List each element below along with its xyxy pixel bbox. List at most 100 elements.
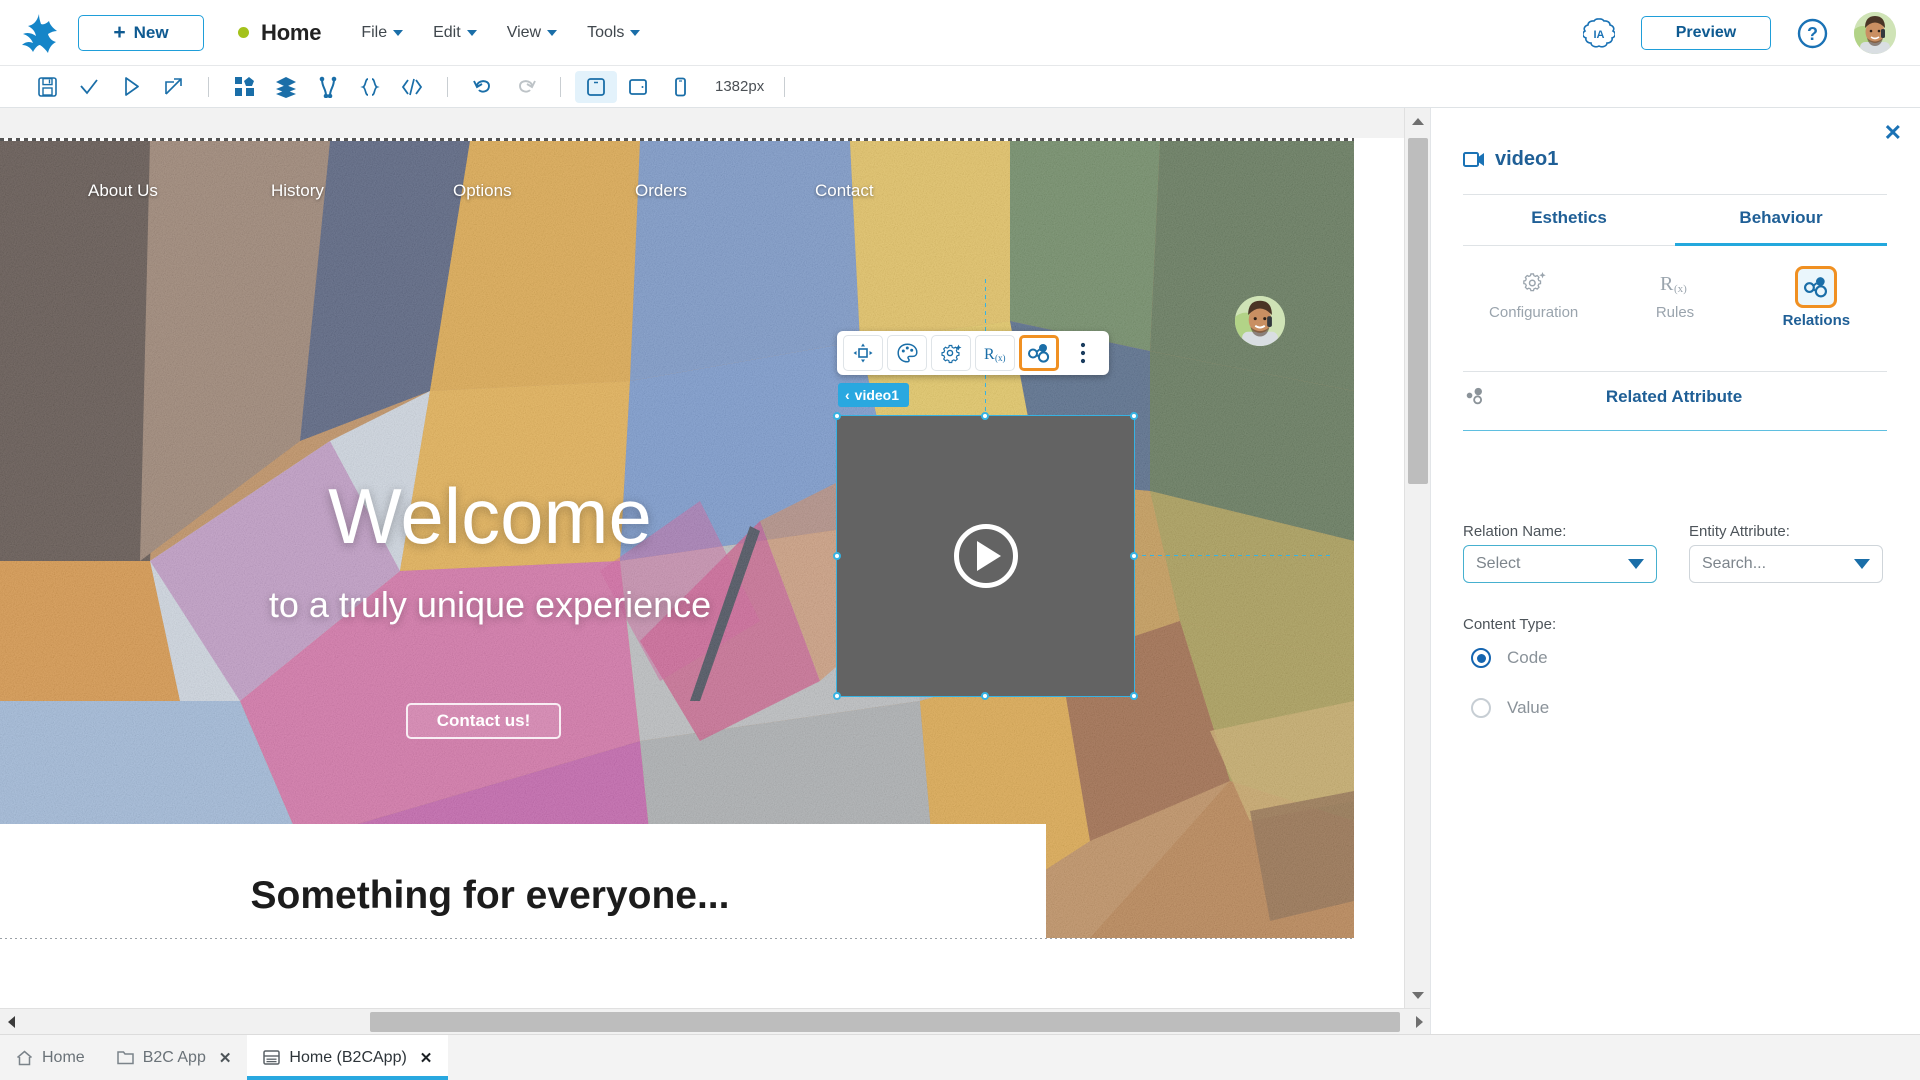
- redo-icon[interactable]: [504, 71, 546, 103]
- help-button[interactable]: ?: [1797, 18, 1828, 49]
- subtab-relations[interactable]: Relations: [1746, 258, 1887, 339]
- avatar[interactable]: [1854, 12, 1896, 54]
- site-nav-orders[interactable]: Orders: [635, 181, 687, 201]
- canvas-horizontal-scrollbar[interactable]: [0, 1008, 1430, 1034]
- tab-behaviour[interactable]: Behaviour: [1675, 208, 1887, 246]
- tablet-view-icon[interactable]: [617, 71, 659, 103]
- resize-handle-bottom-center[interactable]: [981, 692, 989, 700]
- menu-edit[interactable]: Edit: [433, 24, 477, 42]
- vertical-scroll-thumb[interactable]: [1408, 138, 1428, 484]
- header-actions: IA Preview ?: [1583, 0, 1896, 66]
- top-header-bar: + New Home File Edit View Tools: [0, 0, 1920, 66]
- element-name-badge-label: video1: [855, 387, 899, 403]
- relation-name-label: Relation Name:: [1463, 523, 1566, 540]
- design-canvas[interactable]: About Us History Options Orders Contact: [0, 108, 1404, 1008]
- braces-icon[interactable]: [349, 71, 391, 103]
- layers-icon[interactable]: [265, 71, 307, 103]
- menu-view[interactable]: View: [507, 24, 557, 42]
- selected-element-name: video1: [1495, 148, 1558, 171]
- properties-panel-header: video1: [1463, 148, 1558, 171]
- flow-icon[interactable]: [307, 71, 349, 103]
- scroll-up-arrow[interactable]: [1405, 108, 1431, 134]
- page-title: Home: [261, 20, 321, 46]
- scroll-down-arrow[interactable]: [1405, 982, 1431, 1008]
- content-type-option-value[interactable]: Value: [1471, 698, 1549, 718]
- subtab-rules[interactable]: R (x) Rules: [1604, 258, 1745, 339]
- contact-us-button[interactable]: Contact us!: [406, 703, 561, 739]
- resize-handle-middle-right[interactable]: [1130, 552, 1138, 560]
- panel-divider: [1463, 371, 1887, 372]
- content-type-option-code[interactable]: Code: [1471, 648, 1548, 668]
- hero-title: Welcome: [0, 471, 980, 562]
- save-icon[interactable]: [26, 71, 68, 103]
- deploy-icon[interactable]: [152, 71, 194, 103]
- svg-text:(x): (x): [1674, 283, 1687, 295]
- run-icon[interactable]: [110, 71, 152, 103]
- resize-handle-bottom-right[interactable]: [1130, 692, 1138, 700]
- menu-file-label: File: [361, 24, 387, 42]
- rules-rx-icon[interactable]: R (x): [975, 335, 1015, 371]
- close-icon[interactable]: ✕: [420, 1049, 433, 1067]
- svg-text:(x): (x): [995, 353, 1006, 363]
- resize-handle-middle-left[interactable]: [833, 552, 841, 560]
- plus-icon: +: [113, 22, 125, 43]
- close-icon[interactable]: ✕: [1884, 122, 1902, 144]
- toolbar-divider: [447, 77, 448, 97]
- preview-button[interactable]: Preview: [1641, 16, 1771, 50]
- entity-attribute-select[interactable]: Search...: [1689, 545, 1883, 583]
- site-user-avatar[interactable]: [1235, 296, 1285, 346]
- move-icon[interactable]: [843, 335, 883, 371]
- ia-assistant-button[interactable]: IA: [1583, 17, 1615, 49]
- configuration-gear-icon[interactable]: [931, 335, 971, 371]
- site-nav-contact[interactable]: Contact: [815, 181, 874, 201]
- folder-icon: [117, 1050, 134, 1065]
- canvas-vertical-scrollbar[interactable]: [1404, 108, 1430, 1008]
- hero-section[interactable]: About Us History Options Orders Contact: [0, 141, 1354, 938]
- properties-panel: ✕ video1 Esthetics Behaviour: [1430, 108, 1920, 1034]
- components-icon[interactable]: [223, 71, 265, 103]
- subtab-configuration[interactable]: Configuration: [1463, 258, 1604, 339]
- tab-behaviour-label: Behaviour: [1739, 208, 1822, 227]
- scroll-right-arrow[interactable]: [1408, 1009, 1430, 1035]
- undo-icon[interactable]: [462, 71, 504, 103]
- more-vertical-icon[interactable]: [1063, 335, 1103, 371]
- resize-handle-top-center[interactable]: [981, 412, 989, 420]
- menu-tools[interactable]: Tools: [587, 24, 640, 42]
- video-element[interactable]: [837, 416, 1134, 696]
- site-nav-about-us[interactable]: About Us: [88, 181, 158, 201]
- radio-button-value[interactable]: [1471, 698, 1491, 718]
- tab-esthetics[interactable]: Esthetics: [1463, 208, 1675, 246]
- site-nav-history[interactable]: History: [271, 181, 324, 201]
- bottom-tab-b2c-app[interactable]: B2C App ✕: [101, 1035, 248, 1080]
- site-nav-options[interactable]: Options: [453, 181, 512, 201]
- element-name-badge[interactable]: ‹ video1: [838, 383, 909, 407]
- code-icon[interactable]: [391, 71, 433, 103]
- section-divider: [1463, 430, 1887, 431]
- radio-button-code[interactable]: [1471, 648, 1491, 668]
- mobile-view-icon[interactable]: [659, 71, 701, 103]
- bottom-tab-home-b2capp[interactable]: Home (B2CApp) ✕: [247, 1035, 448, 1080]
- relation-name-select[interactable]: Select: [1463, 545, 1657, 583]
- alignment-guide-horizontal: [1134, 555, 1334, 556]
- relations-icon[interactable]: [1019, 335, 1059, 371]
- bottom-tab-home[interactable]: Home: [0, 1035, 101, 1080]
- resize-handle-bottom-left[interactable]: [833, 692, 841, 700]
- check-icon[interactable]: [68, 71, 110, 103]
- relations-small-icon: [1463, 386, 1487, 408]
- related-attribute-title: Related Attribute: [1487, 387, 1861, 407]
- resize-handle-top-right[interactable]: [1130, 412, 1138, 420]
- page-preview[interactable]: About Us History Options Orders Contact: [0, 138, 1354, 1008]
- new-button[interactable]: + New: [78, 15, 204, 51]
- close-icon[interactable]: ✕: [219, 1049, 232, 1067]
- desktop-view-icon[interactable]: [575, 71, 617, 103]
- horizontal-scroll-thumb[interactable]: [370, 1012, 1400, 1032]
- resize-handle-top-left[interactable]: [833, 412, 841, 420]
- scroll-left-arrow[interactable]: [0, 1009, 22, 1035]
- bottom-tab-bar: Home B2C App ✕ Home (B2CApp) ✕: [0, 1034, 1920, 1080]
- hero-subtitle: to a truly unique experience: [0, 584, 980, 626]
- app-logo[interactable]: [0, 12, 78, 54]
- question-mark-icon: ?: [1797, 18, 1828, 49]
- menu-file[interactable]: File: [361, 24, 403, 42]
- editor-toolbar: 1382px: [0, 66, 1920, 108]
- palette-icon[interactable]: [887, 335, 927, 371]
